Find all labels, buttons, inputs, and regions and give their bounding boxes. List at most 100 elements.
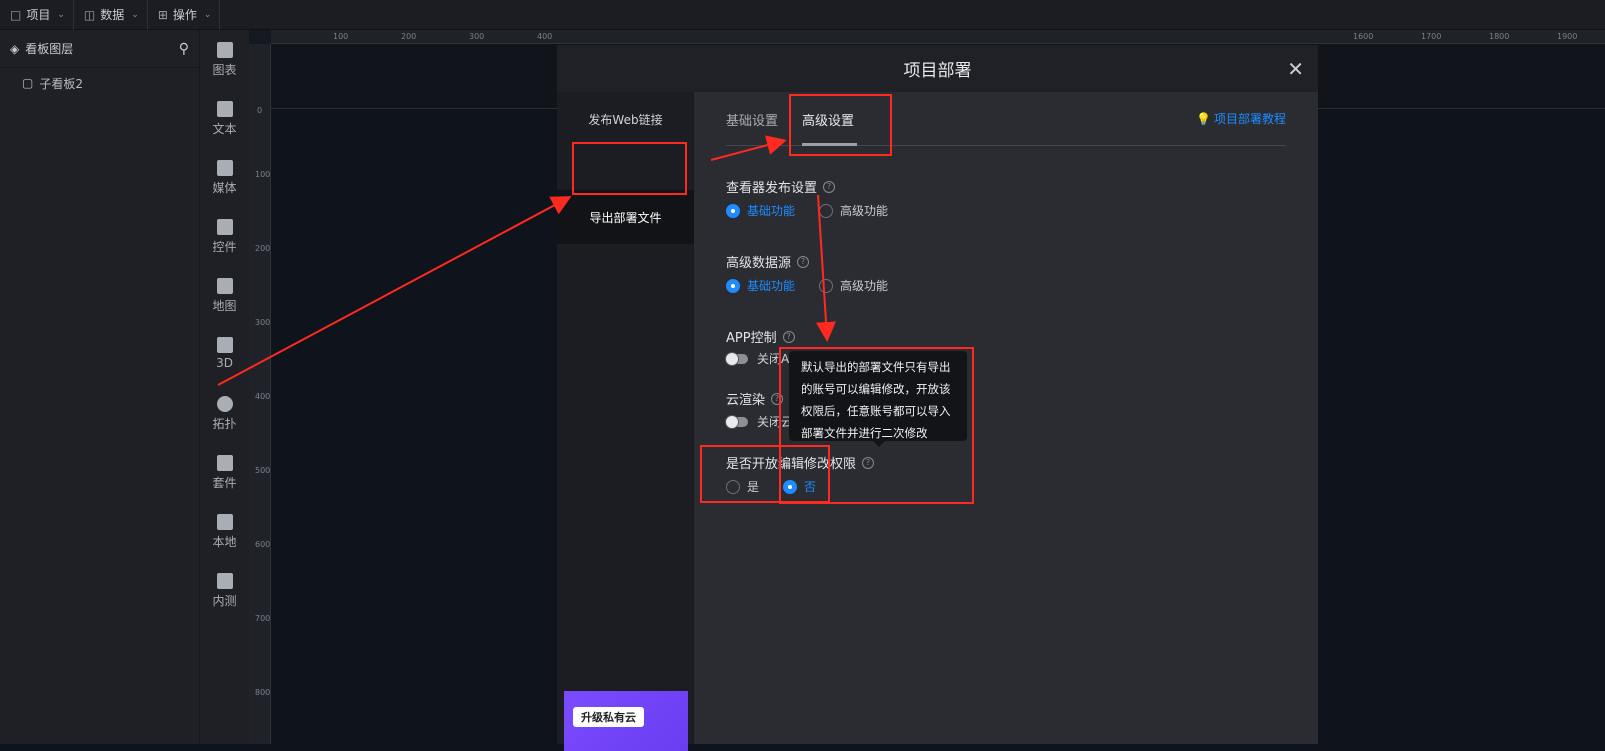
chevron-down-icon: ⌄ — [57, 9, 65, 20]
shirt-icon — [216, 455, 233, 471]
cloud-render-title: 云渲染 ? — [726, 389, 784, 408]
help-icon[interactable]: ? — [823, 180, 836, 193]
tool-topology-label: 拓扑 — [212, 417, 237, 431]
side-item-publish-web[interactable]: 发布Web链接 — [557, 92, 694, 146]
annotation-box-advanced-tab — [789, 94, 892, 156]
viewer-basic-radio[interactable]: 基础功能 — [726, 202, 795, 219]
help-icon[interactable]: ? — [782, 330, 795, 343]
monitor-icon: ▢ — [22, 76, 34, 90]
tool-chart[interactable]: 图表 — [200, 42, 249, 92]
tutorial-link[interactable]: 💡 项目部署教程 — [1196, 110, 1286, 127]
puzzle-icon — [216, 514, 233, 530]
cloud-render-toggle[interactable] — [725, 414, 748, 429]
ruler-label: 200 — [401, 32, 417, 41]
tool-media-label: 媒体 — [212, 181, 237, 195]
tool-text[interactable]: 文本 — [200, 101, 249, 151]
tool-beta-label: 内测 — [212, 594, 237, 608]
tool-topology[interactable]: 拓扑 — [200, 396, 249, 446]
app-control-title: APP控制 ? — [726, 327, 795, 346]
horizontal-ruler: 100 200 300 400 1600 1700 1800 1900 — [271, 30, 1605, 44]
tool-control[interactable]: 控件 — [200, 219, 249, 269]
tool-3d-label: 3D — [216, 356, 233, 370]
ruler-label: 200 — [255, 244, 271, 253]
tool-control-label: 控件 — [212, 240, 237, 254]
ruler-label: 0 — [257, 106, 263, 115]
layers-title: 看板图层 — [25, 42, 74, 56]
tool-3d[interactable]: 3D — [200, 337, 249, 387]
viewer-advanced-radio[interactable]: 高级功能 — [819, 202, 888, 219]
crown-text-icon — [216, 101, 233, 117]
ruler-label: 1800 — [1489, 32, 1510, 41]
beta-chart-icon — [216, 573, 233, 589]
ruler-label: 800 — [255, 688, 271, 697]
layer-item[interactable]: ▢ 子看板2 — [0, 68, 199, 98]
section-title: 高级数据源 — [726, 256, 792, 271]
radio-dot — [726, 278, 740, 293]
menu-project-label: 项目 — [26, 8, 51, 22]
tool-kit-label: 套件 — [212, 476, 237, 490]
menu-project[interactable]: □ 项目 ⌄ — [0, 0, 74, 30]
ruler-label: 300 — [255, 318, 271, 327]
ruler-label: 300 — [469, 32, 485, 41]
annotation-box-tooltip — [779, 347, 974, 504]
radio-dot — [819, 278, 834, 293]
ruler-label: 1700 — [1421, 32, 1442, 41]
tool-map[interactable]: 地图 — [200, 278, 249, 328]
tab-basic-settings[interactable]: 基础设置 — [726, 110, 778, 129]
vertical-ruler: 0 100 200 300 400 500 600 700 800 — [249, 44, 271, 744]
datasource-advanced-radio[interactable]: 高级功能 — [819, 277, 888, 294]
cube-icon — [216, 337, 233, 353]
search-icon[interactable]: ⚲ — [179, 41, 189, 57]
radio-dot — [819, 203, 834, 218]
lightbulb-icon: 💡 — [1196, 111, 1211, 126]
bar-chart-icon — [216, 42, 233, 58]
ruler-label: 600 — [255, 540, 271, 549]
section-title: 查看器发布设置 — [726, 181, 818, 196]
menu-data[interactable]: ◫ 数据 ⌄ — [74, 0, 148, 30]
radio-label: 基础功能 — [747, 279, 796, 293]
radio-label: 高级功能 — [840, 204, 889, 218]
section-title: APP控制 — [726, 331, 777, 346]
tool-text-label: 文本 — [212, 122, 237, 136]
menu-data-label: 数据 — [100, 8, 125, 22]
radio-label: 基础功能 — [747, 204, 796, 218]
layers-header: ◈ 看板图层 ⚲ — [0, 30, 199, 68]
datasource-title: 高级数据源 ? — [726, 252, 810, 271]
viewer-radio-group: 基础功能 高级功能 — [726, 202, 912, 219]
ruler-label: 100 — [255, 170, 271, 179]
layers-icon: ◈ — [10, 41, 20, 56]
tool-chart-label: 图表 — [212, 63, 237, 77]
ruler-label: 100 — [333, 32, 349, 41]
tool-map-label: 地图 — [212, 299, 237, 313]
section-title: 云渲染 — [726, 393, 766, 408]
tool-local[interactable]: 本地 — [200, 514, 249, 564]
media-icon — [216, 160, 233, 176]
ruler-label: 400 — [537, 32, 553, 41]
menu-operation[interactable]: ⊞ 操作 ⌄ — [148, 0, 221, 30]
tool-kit[interactable]: 套件 — [200, 455, 249, 505]
datasource-radio-group: 基础功能 高级功能 — [726, 277, 912, 294]
menu-operation-label: 操作 — [172, 8, 197, 22]
map-icon — [216, 278, 233, 294]
help-icon[interactable]: ? — [797, 255, 810, 268]
control-icon — [216, 219, 233, 235]
datasource-basic-radio[interactable]: 基础功能 — [726, 277, 795, 294]
upgrade-private-cloud-banner[interactable]: 升级私有云 — [564, 691, 688, 751]
grid-icon: ⊞ — [157, 7, 168, 22]
layer-item-label: 子看板2 — [39, 76, 83, 91]
app-control-toggle[interactable] — [725, 351, 748, 366]
radio-dot — [726, 203, 740, 218]
dialog-header: 项目部署 ✕ — [557, 45, 1318, 92]
dialog-title: 项目部署 — [903, 61, 972, 81]
ruler-label: 500 — [255, 466, 271, 475]
database-icon: ◫ — [83, 7, 96, 22]
close-icon[interactable]: ✕ — [1287, 57, 1304, 81]
tool-media[interactable]: 媒体 — [200, 160, 249, 210]
ruler-label: 700 — [255, 614, 271, 623]
side-item-label: 导出部署文件 — [589, 210, 662, 225]
viewer-settings-title: 查看器发布设置 ? — [726, 177, 836, 196]
side-item-export-file[interactable]: 导出部署文件 — [557, 190, 694, 244]
tool-beta[interactable]: 内测 — [200, 573, 249, 623]
ruler-label: 1900 — [1557, 32, 1578, 41]
chevron-down-icon: ⌄ — [131, 9, 139, 20]
